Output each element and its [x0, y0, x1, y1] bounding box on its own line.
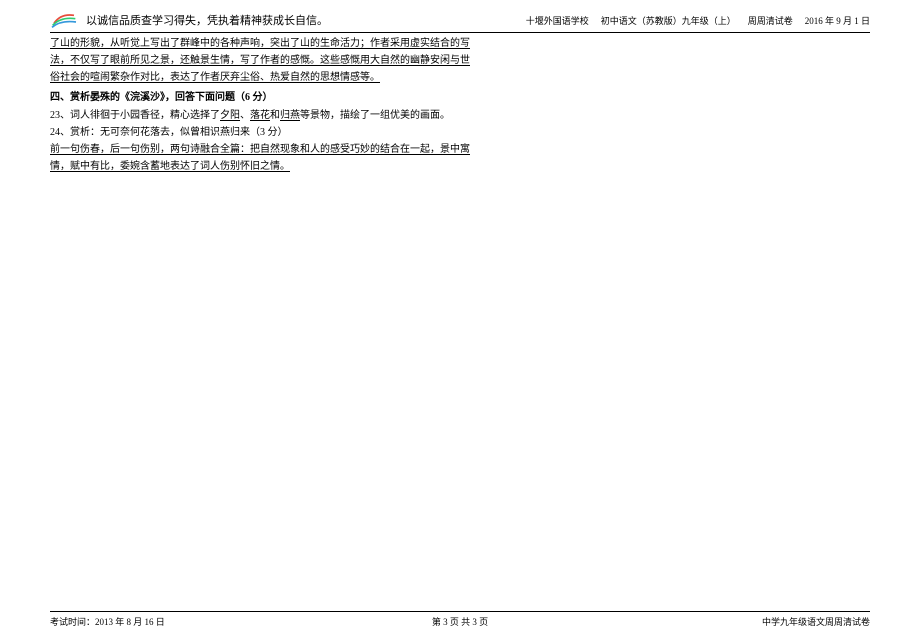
school-name: 十堰外国语学校: [526, 14, 589, 27]
question-24: 24、赏析：无可奈何花落去，似曾相识燕归来（3 分）: [50, 125, 870, 141]
section-4-title: 四、赏析晏殊的《浣溪沙》，回答下面问题（6 分）: [50, 90, 870, 106]
passage-line: 了山的形貌，从听觉上写出了群峰中的各种声响，突出了山的生命活力；作者采用虚实结合…: [50, 36, 870, 52]
school-motto: 以诚信品质查学习得失，凭执着精神获成长自信。: [86, 12, 526, 28]
exam-date: 2016 年 9 月 1 日: [805, 14, 870, 27]
q23-blank-3: 归燕: [280, 110, 300, 121]
document-body: 了山的形貌，从听觉上写出了群峰中的各种声响，突出了山的生命活力；作者采用虚实结合…: [50, 36, 870, 175]
q23-sep: 、: [240, 110, 250, 121]
school-logo-icon: [50, 10, 78, 30]
page-header: 以诚信品质查学习得失，凭执着精神获成长自信。 十堰外国语学校 初中语文（苏教版）…: [50, 10, 870, 33]
footer-page-number: 第 3 页 共 3 页: [432, 615, 488, 628]
page-footer: 考试时间：2013 年 8 月 16 日 第 3 页 共 3 页 中学九年级语文…: [50, 611, 870, 628]
q23-blank-1: 夕阳: [220, 110, 240, 121]
footer-exam-time: 考试时间：2013 年 8 月 16 日: [50, 615, 165, 628]
exam-type: 周周清试卷: [748, 14, 793, 27]
q23-text-suffix: 等景物，描绘了一组优美的画面。: [300, 110, 450, 121]
question-23: 23、词人徘徊于小园香径，精心选择了夕阳、落花和归燕等景物，描绘了一组优美的画面…: [50, 108, 870, 124]
q23-blank-2: 落花: [250, 110, 270, 121]
q23-text-prefix: 23、词人徘徊于小园香径，精心选择了: [50, 110, 220, 121]
passage-line: 法，不仅写了眼前所见之景，还触景生情，写了作者的感慨。这些感慨用大自然的幽静安闲…: [50, 53, 870, 69]
passage-line: 俗社会的喧闹繁杂作对比，表达了作者厌弃尘俗、热爱自然的思想情感等。: [50, 70, 870, 86]
q24-answer-line: 前一句伤春，后一句伤别，两句诗融合全篇：把自然现象和人的感受巧妙的结合在一起，景…: [50, 142, 870, 158]
q23-sep: 和: [270, 110, 280, 121]
course-name: 初中语文（苏教版）九年级（上）: [601, 14, 736, 27]
footer-exam-name: 中学九年级语文周周清试卷: [762, 615, 870, 628]
q24-answer-line: 情，赋中有比，委婉含蓄地表达了词人伤别怀旧之情。: [50, 159, 870, 175]
header-meta: 十堰外国语学校 初中语文（苏教版）九年级（上） 周周清试卷 2016 年 9 月…: [526, 14, 870, 27]
